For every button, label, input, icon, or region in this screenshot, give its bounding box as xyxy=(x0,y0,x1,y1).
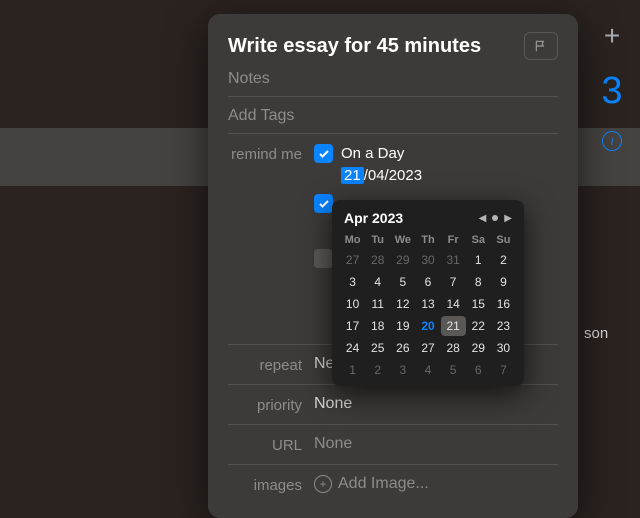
calendar-day[interactable]: 31 xyxy=(441,250,466,270)
add-image-button[interactable]: + Add Image... xyxy=(314,475,558,493)
calendar-day[interactable]: 23 xyxy=(491,316,516,336)
calendar-day[interactable]: 15 xyxy=(466,294,491,314)
checkmark-icon xyxy=(318,198,330,210)
url-value[interactable]: None xyxy=(314,435,558,453)
url-label: URL xyxy=(228,435,314,454)
list-count: 3 xyxy=(601,70,622,113)
location-checkbox[interactable] xyxy=(314,249,333,268)
calendar-day-header: Fr xyxy=(441,232,466,248)
calendar-day[interactable]: 9 xyxy=(491,272,516,292)
priority-value[interactable]: None xyxy=(314,395,558,413)
calendar-day[interactable]: 20 xyxy=(415,316,440,336)
calendar-day[interactable]: 8 xyxy=(466,272,491,292)
checkmark-icon xyxy=(318,148,330,160)
calendar-day-header: Th xyxy=(415,232,440,248)
calendar-day[interactable]: 11 xyxy=(365,294,390,314)
at-a-time-checkbox[interactable] xyxy=(314,194,333,213)
next-month-button[interactable]: ▶ xyxy=(504,213,512,224)
calendar-day[interactable]: 6 xyxy=(415,272,440,292)
date-input[interactable]: 21/04/2023 xyxy=(341,167,558,184)
calendar-day[interactable]: 21 xyxy=(441,316,466,336)
calendar-day[interactable]: 3 xyxy=(390,360,415,380)
notes-field[interactable]: Notes xyxy=(228,60,558,97)
calendar-day[interactable]: 30 xyxy=(415,250,440,270)
calendar-day[interactable]: 27 xyxy=(415,338,440,358)
calendar-day[interactable]: 6 xyxy=(466,360,491,380)
plus-circle-icon: + xyxy=(314,475,332,493)
calendar-day[interactable]: 29 xyxy=(466,338,491,358)
on-a-day-label[interactable]: On a Day xyxy=(341,145,404,162)
on-a-day-checkbox[interactable] xyxy=(314,144,333,163)
images-label: images xyxy=(228,475,314,494)
calendar-day[interactable]: 22 xyxy=(466,316,491,336)
date-picker-popover: Apr 2023 ◀ ▶ MoTuWeThFrSaSu2728293031123… xyxy=(332,200,524,386)
info-icon[interactable]: i xyxy=(602,131,622,151)
calendar-day[interactable]: 3 xyxy=(340,272,365,292)
prev-month-button[interactable]: ◀ xyxy=(479,213,487,224)
priority-row[interactable]: priority None xyxy=(228,385,558,425)
calendar-grid: MoTuWeThFrSaSu27282930311234567891011121… xyxy=(340,232,516,380)
calendar-day[interactable]: 1 xyxy=(340,360,365,380)
calendar-day[interactable]: 16 xyxy=(491,294,516,314)
repeat-label: repeat xyxy=(228,355,314,374)
flag-button[interactable] xyxy=(524,32,558,60)
calendar-day[interactable]: 2 xyxy=(365,360,390,380)
calendar-day-header: Sa xyxy=(466,232,491,248)
calendar-day[interactable]: 12 xyxy=(390,294,415,314)
url-row[interactable]: URL None xyxy=(228,425,558,465)
calendar-day[interactable]: 17 xyxy=(340,316,365,336)
calendar-day-header: We xyxy=(390,232,415,248)
calendar-day[interactable]: 25 xyxy=(365,338,390,358)
add-button[interactable]: + xyxy=(604,20,620,52)
calendar-day[interactable]: 7 xyxy=(491,360,516,380)
date-rest[interactable]: /04/2023 xyxy=(364,167,422,184)
add-image-label: Add Image... xyxy=(338,475,429,493)
calendar-day-header: Su xyxy=(491,232,516,248)
calendar-day[interactable]: 14 xyxy=(441,294,466,314)
calendar-month-title: Apr 2023 xyxy=(344,210,479,226)
calendar-day[interactable]: 7 xyxy=(441,272,466,292)
calendar-day[interactable]: 4 xyxy=(415,360,440,380)
calendar-day[interactable]: 26 xyxy=(390,338,415,358)
calendar-day[interactable]: 5 xyxy=(390,272,415,292)
remind-me-label: remind me xyxy=(228,144,314,163)
priority-label: priority xyxy=(228,395,314,414)
calendar-day[interactable]: 4 xyxy=(365,272,390,292)
calendar-day[interactable]: 29 xyxy=(390,250,415,270)
reminder-title[interactable]: Write essay for 45 minutes xyxy=(228,35,514,58)
calendar-day[interactable]: 27 xyxy=(340,250,365,270)
calendar-day[interactable]: 24 xyxy=(340,338,365,358)
calendar-day-header: Tu xyxy=(365,232,390,248)
flag-icon xyxy=(534,39,548,53)
calendar-day[interactable]: 5 xyxy=(441,360,466,380)
images-row[interactable]: images + Add Image... xyxy=(228,465,558,504)
calendar-day[interactable]: 18 xyxy=(365,316,390,336)
date-day-selected[interactable]: 21 xyxy=(341,167,364,184)
calendar-day[interactable]: 19 xyxy=(390,316,415,336)
calendar-day[interactable]: 13 xyxy=(415,294,440,314)
calendar-day[interactable]: 30 xyxy=(491,338,516,358)
calendar-day[interactable]: 28 xyxy=(365,250,390,270)
calendar-day[interactable]: 10 xyxy=(340,294,365,314)
calendar-day-header: Mo xyxy=(340,232,365,248)
calendar-day[interactable]: 28 xyxy=(441,338,466,358)
tags-field[interactable]: Add Tags xyxy=(228,97,558,134)
right-toolbar: + 3 i xyxy=(584,0,640,511)
calendar-day[interactable]: 1 xyxy=(466,250,491,270)
today-button[interactable] xyxy=(492,215,498,221)
calendar-day[interactable]: 2 xyxy=(491,250,516,270)
